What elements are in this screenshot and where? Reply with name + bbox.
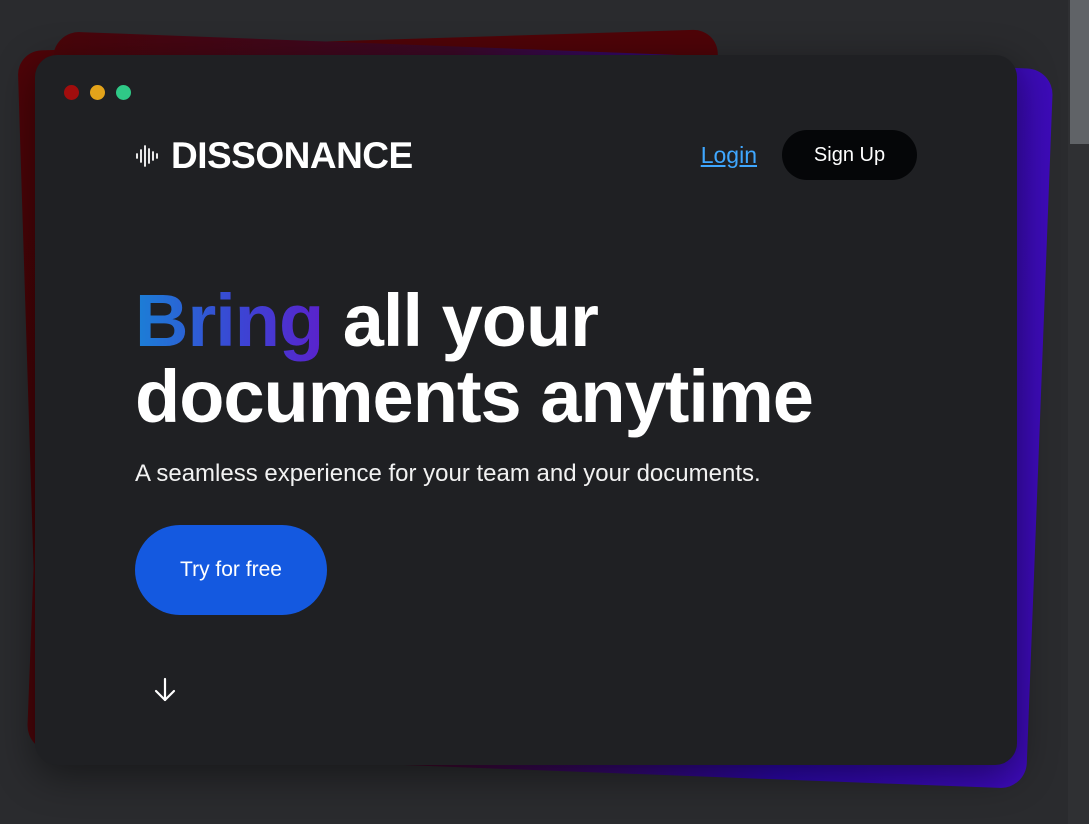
header-actions: Login Sign Up — [701, 130, 917, 180]
window-controls — [64, 85, 131, 100]
hero-title: Bring all your documents anytime — [135, 283, 814, 438]
login-link[interactable]: Login — [701, 142, 757, 169]
page-canvas: DISSONANCE Login Sign Up Bring all your d… — [0, 0, 1089, 824]
vertical-scrollbar[interactable] — [1068, 0, 1089, 824]
soundwave-icon — [135, 143, 161, 169]
hero-title-accent: Bring — [135, 279, 324, 362]
try-free-button[interactable]: Try for free — [135, 525, 327, 615]
arrow-down-icon[interactable] — [150, 675, 180, 709]
close-dot-icon[interactable] — [64, 85, 79, 100]
minimize-dot-icon[interactable] — [90, 85, 105, 100]
brand-name: DISSONANCE — [171, 135, 413, 176]
app-window: DISSONANCE Login Sign Up Bring all your d… — [35, 55, 1017, 765]
hero-title-line2: documents anytime — [135, 355, 814, 438]
maximize-dot-icon[interactable] — [116, 85, 131, 100]
brand-logo[interactable]: DISSONANCE — [135, 135, 413, 177]
hero-title-line1: all your — [323, 279, 599, 362]
scrollbar-thumb[interactable] — [1070, 0, 1089, 144]
hero-subtitle: A seamless experience for your team and … — [135, 460, 761, 487]
signup-button[interactable]: Sign Up — [782, 130, 917, 180]
